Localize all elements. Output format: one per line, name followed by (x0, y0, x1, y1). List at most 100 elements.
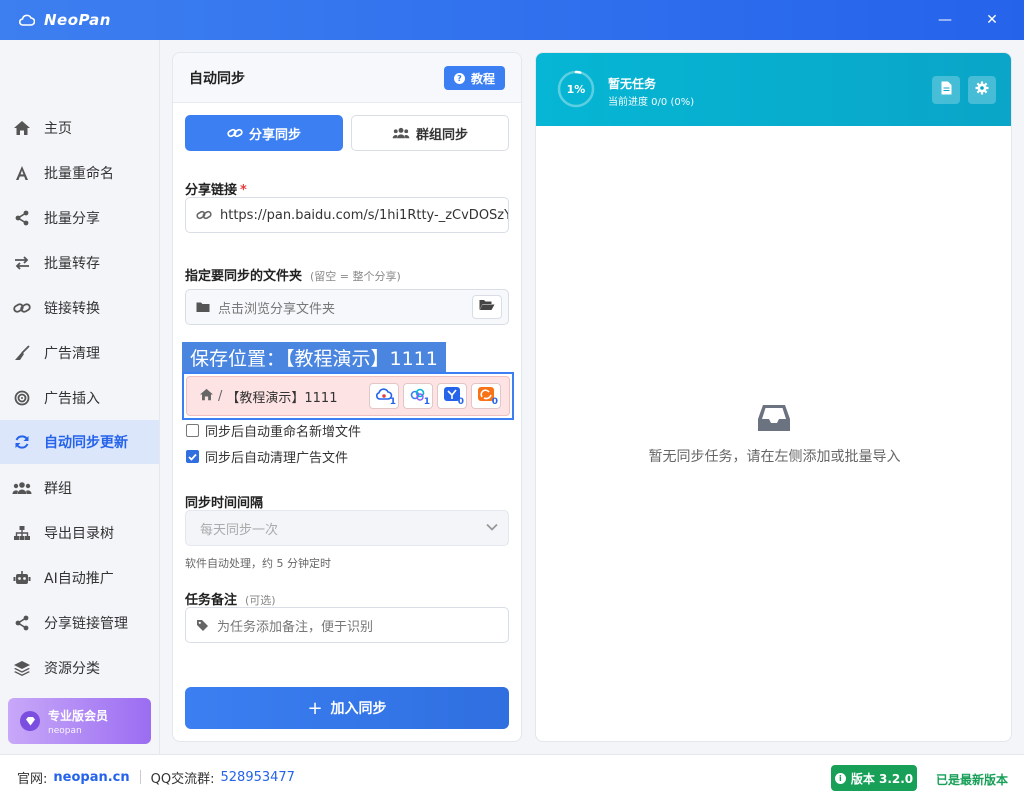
disk-xunlei-button[interactable]: 0 (437, 383, 467, 409)
sidebar-item-batch-rename[interactable]: 批量重命名 (0, 151, 159, 195)
progress-percent: 1% (566, 82, 586, 96)
close-button[interactable]: ✕ (982, 10, 1002, 30)
sidebar-item-batch-transfer[interactable]: 批量转存 (0, 241, 159, 285)
vip-title: 专业版会员 (48, 708, 109, 723)
sidebar-item-label: 群组 (44, 481, 72, 497)
target-icon (12, 388, 32, 408)
add-sync-label: 加入同步 (330, 701, 387, 717)
tutorial-button[interactable]: ? 教程 (443, 66, 505, 90)
sidebar-item-ad-insert[interactable]: 广告插入 (0, 376, 159, 420)
task-progress-text: 当前进度 0/0 (0%) (608, 97, 695, 108)
share-link-label: 分享链接 * (185, 183, 247, 198)
sidebar-item-home[interactable]: 主页 (0, 106, 159, 150)
link-icon (227, 126, 243, 140)
users-icon (392, 126, 410, 140)
interval-note: 软件自动处理，约 5 分钟定时 (185, 557, 331, 570)
browse-folder-button[interactable] (472, 295, 502, 319)
gem-icon (20, 711, 40, 731)
info-icon: i (834, 772, 846, 784)
share-alt-icon (12, 613, 32, 633)
task-header: 1% 暂无任务 当前进度 0/0 (0%) (536, 53, 1011, 126)
sidebar-item-label: 广告清理 (44, 346, 100, 362)
share-icon (12, 208, 32, 228)
title-bar: NeoPan — ✕ (0, 0, 1024, 40)
sidebar-item-link-convert[interactable]: 链接转换 (0, 286, 159, 330)
minimize-button[interactable]: — (935, 10, 955, 30)
app-name: NeoPan (44, 11, 111, 29)
sidebar-item-ai-promotion[interactable]: AI自动推广 (0, 556, 159, 600)
tab-share-sync[interactable]: 分享同步 (185, 115, 343, 151)
sidebar-item-export-tree[interactable]: 导出目录树 (0, 511, 159, 555)
folder-label: 指定要同步的文件夹 (留空 = 整个分享) (185, 269, 401, 284)
disk-count: 1 (389, 397, 396, 407)
auto-clean-checkbox[interactable] (186, 450, 199, 463)
task-status-title: 暂无任务 (608, 77, 657, 91)
disk-baidu-button[interactable]: 1 (369, 383, 399, 409)
auto-clean-label: 同步后自动清理广告文件 (205, 451, 349, 466)
folder-open-icon (479, 299, 495, 315)
progress-ring: 1% (556, 69, 596, 109)
cloud-logo-icon (18, 11, 36, 29)
version-badge[interactable]: i 版本 3.2.0 (831, 765, 917, 791)
sidebar-item-label: 主页 (44, 121, 72, 137)
sidebar-item-label: 分享链接管理 (44, 616, 128, 632)
sidebar-item-label: 广告插入 (44, 391, 100, 407)
sidebar-item-auto-sync[interactable]: 自动同步更新 (0, 420, 159, 464)
empty-task-text: 暂无同步任务，请在左侧添加或批量导入 (648, 449, 901, 465)
folder-placeholder: 点击浏览分享文件夹 (218, 301, 336, 317)
disk-aliyun-button[interactable]: 1 (403, 383, 433, 409)
save-location-path[interactable]: / 【教程演示】1111 1 1 0 0 (186, 376, 510, 416)
form-header: 自动同步 ? 教程 (173, 53, 521, 103)
required-mark: * (240, 183, 247, 198)
remark-input[interactable]: 为任务添加备注，便于识别 (185, 607, 509, 643)
sidebar-item-groups[interactable]: 群组 (0, 466, 159, 510)
sidebar-item-share-link-manage[interactable]: 分享链接管理 (0, 601, 159, 645)
sidebar-item-label: 导出目录树 (44, 526, 114, 542)
home-icon (199, 388, 214, 405)
folder-input[interactable]: 点击浏览分享文件夹 (185, 289, 509, 325)
auto-rename-option[interactable]: 同步后自动重命名新增文件 (186, 421, 361, 440)
interval-selected: 每天同步一次 (200, 522, 279, 538)
remark-hint: (可选) (245, 594, 276, 607)
gear-icon (975, 81, 989, 99)
share-link-input[interactable]: https://pan.baidu.com/s/1hi1Rtty-_zCvDOS… (185, 197, 509, 233)
link-icon (12, 298, 32, 318)
sidebar-item-label: 批量转存 (44, 256, 100, 272)
auto-rename-checkbox[interactable] (186, 424, 199, 437)
task-settings-button[interactable] (968, 76, 996, 104)
sidebar: 主页 批量重命名 批量分享 批量转存 链接转换 广告清理 广告插入 自动同步更新… (0, 40, 160, 754)
disk-uc-button[interactable]: 0 (471, 383, 501, 409)
interval-select[interactable]: 每天同步一次 (185, 510, 509, 546)
sidebar-item-resource-category[interactable]: 资源分类 (0, 646, 159, 690)
interval-label: 同步时间间隔 (185, 496, 264, 511)
task-log-button[interactable] (932, 76, 960, 104)
sitemap-icon (12, 523, 32, 543)
sidebar-item-ad-clean[interactable]: 广告清理 (0, 331, 159, 375)
remark-placeholder: 为任务添加备注，便于识别 (217, 619, 374, 635)
site-link[interactable]: neopan.cn (53, 770, 129, 785)
broom-icon (12, 343, 32, 363)
footer-divider (139, 770, 141, 784)
disk-count: 1 (423, 397, 430, 407)
question-icon: ? (453, 72, 465, 84)
version-text: 版本 3.2.0 (850, 771, 914, 786)
share-link-value: https://pan.baidu.com/s/1hi1Rtty-_zCvDOS… (220, 207, 509, 223)
disk-count: 0 (457, 397, 464, 407)
auto-rename-label: 同步后自动重命名新增文件 (205, 425, 362, 440)
folder-hint: (留空 = 整个分享) (310, 270, 401, 283)
sidebar-item-label: 自动同步更新 (44, 435, 128, 451)
file-icon (941, 81, 952, 99)
vip-card[interactable]: 专业版会员 neopan (8, 698, 151, 744)
remark-label: 任务备注 (可选) (185, 593, 276, 608)
swap-icon (12, 253, 32, 273)
sidebar-item-batch-share[interactable]: 批量分享 (0, 196, 159, 240)
qq-number[interactable]: 528953477 (221, 770, 295, 785)
sidebar-item-label: 链接转换 (44, 301, 100, 317)
tab-group-sync[interactable]: 群组同步 (351, 115, 509, 151)
tag-icon (196, 619, 209, 632)
add-sync-button[interactable]: + 加入同步 (185, 687, 509, 729)
auto-clean-option[interactable]: 同步后自动清理广告文件 (186, 447, 348, 466)
form-title: 自动同步 (189, 70, 245, 87)
folder-icon (196, 301, 210, 313)
sync-icon (12, 432, 32, 452)
